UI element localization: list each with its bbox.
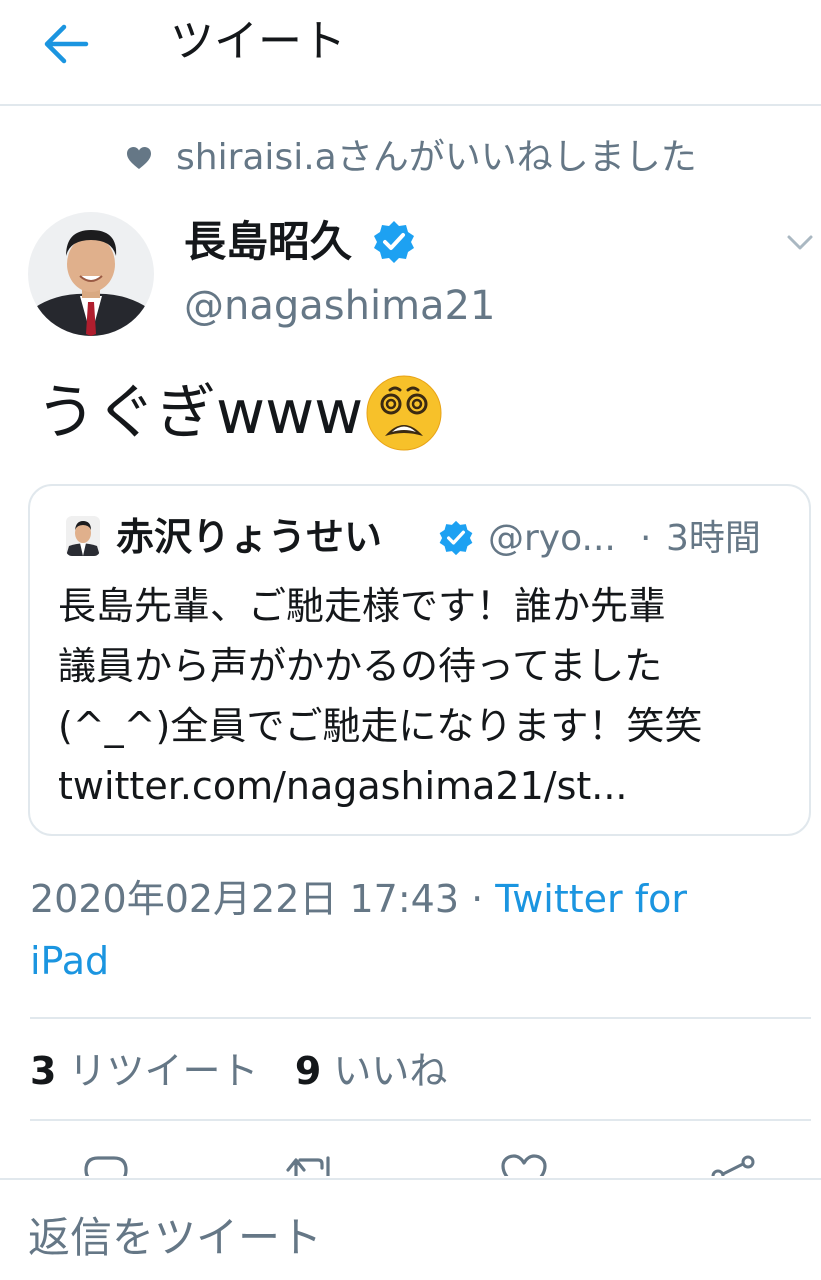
share-icon[interactable] [710,1154,756,1176]
quoted-avatar [66,516,100,556]
quoted-text-line: (^_^)全員でご馳走になります！笑笑 [58,704,703,748]
quoted-author-handle: @ryo... [488,518,616,559]
like-count: 9 [294,1049,322,1093]
quoted-text-line: 議員から声がかかるの待ってました [58,644,663,688]
likes-stat[interactable]: 9 いいね [295,1049,448,1093]
quoted-text: 長島先輩、ご馳走様です！誰か先輩 議員から声がかかるの待ってました (^_^)全… [58,576,798,816]
divider [30,1119,811,1121]
tweet-text: うぐぎwww [36,374,443,452]
separator-dot: · [640,518,652,559]
reply-input[interactable]: 返信をツイート [28,1210,322,1266]
reply-bar: 返信をツイート [0,1178,821,1280]
tweet-source-link-continued[interactable]: iPad [30,936,109,986]
quoted-tweet[interactable]: 赤沢りょうせい @ryo... · 3時間 長島先輩、ご馳走様です！誰か先輩 議… [28,484,811,836]
tweet-meta: 2020年02月22日 17:43 · Twitter for [30,874,687,924]
author-handle[interactable]: @nagashima21 [184,280,495,332]
retweet-label: リツイート [68,1049,259,1093]
like-icon[interactable] [500,1154,548,1176]
dizzy-face-emoji-icon [366,375,442,451]
chevron-down-icon[interactable] [786,230,814,254]
tweet-source-link[interactable]: Twitter for [495,877,687,921]
retweets-stat[interactable]: 3 リツイート [30,1049,259,1093]
separator-dot: · [471,877,484,921]
heart-icon [127,147,151,169]
quoted-timestamp: 3時間 [666,518,761,559]
retweet-count: 3 [30,1049,57,1093]
quoted-link[interactable]: twitter.com/nagashima21/st... [58,756,798,816]
reply-icon[interactable] [84,1154,128,1176]
avatar-image [28,212,154,336]
tweet-timestamp: 2020年02月22日 17:43 [30,877,460,921]
verified-badge-icon [374,221,414,263]
page-title: ツイート [170,16,346,67]
social-context-text: shiraisi.aさんがいいねしました [176,137,697,178]
avatar[interactable] [28,212,154,336]
quoted-author-name: 赤沢りょうせい [116,515,383,559]
retweet-icon[interactable] [286,1154,338,1176]
action-bar [0,1140,821,1176]
author-name[interactable]: 長島昭久 [184,214,352,270]
social-context[interactable]: shiraisi.aさんがいいねしました [126,134,697,182]
tweet-stats: 3 リツイート 9 いいね [30,1046,447,1096]
like-label: いいね [333,1049,448,1093]
arrow-left-icon[interactable] [40,22,90,66]
top-bar: ツイート [0,0,821,106]
quoted-text-line: 長島先輩、ご馳走様です！誰か先輩 [58,584,667,628]
verified-badge-icon [439,520,473,556]
tweet-text-content: うぐぎwww [36,378,364,448]
divider [30,1017,811,1019]
